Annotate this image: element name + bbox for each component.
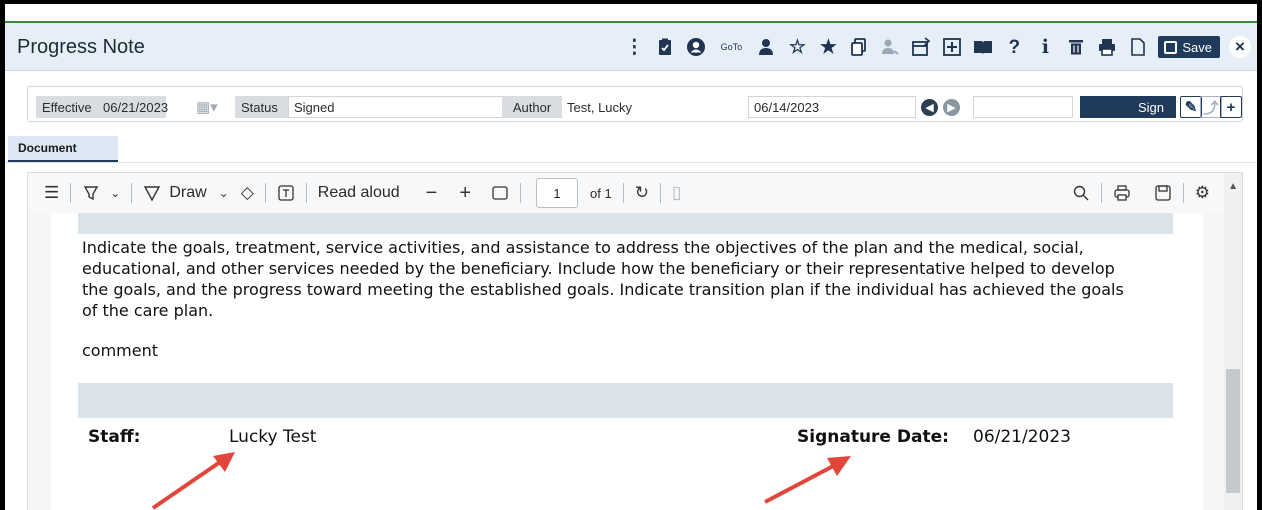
fit-page-icon[interactable] [491, 173, 509, 213]
date-navigation: ◀ ▶ [921, 99, 960, 116]
toolbar-separator [1100, 183, 1102, 203]
document-icon[interactable] [1127, 36, 1149, 58]
clipboard-check-icon[interactable] [654, 36, 676, 58]
edit-icon[interactable]: ✎ [1180, 96, 1202, 118]
eraser-icon[interactable]: ◇ [241, 173, 254, 213]
user-circle-icon[interactable] [685, 36, 707, 58]
page-count: of 1 [590, 185, 612, 201]
page-number-input[interactable]: 1 [536, 178, 579, 208]
save-button-label: Save [1182, 39, 1212, 55]
print-icon[interactable] [1113, 173, 1131, 213]
pdf-toolbar: ☰ ⌄ Draw ⌄ ◇ Read aloud − + 1 of 1 ↻ ▯ ⚙ [28, 173, 1224, 213]
settings-icon[interactable]: ⚙ [1195, 173, 1210, 213]
goals-instructions-text: Indicate the goals, treatment, service a… [82, 238, 1124, 320]
section-band [78, 383, 1173, 418]
author-label: Author [502, 96, 562, 118]
section-band [78, 213, 1173, 234]
calendar-dropdown-icon[interactable]: ▦▾ [196, 98, 226, 116]
note-header-fields: Effective 06/21/2023 ▦▾ Status Signed Au… [27, 86, 1243, 122]
print-icon[interactable] [1096, 36, 1118, 58]
draw-label[interactable]: Draw [169, 173, 206, 213]
status-field[interactable]: Signed [288, 96, 514, 118]
toolbar-separator [1182, 183, 1184, 203]
annotation-arrow-icon [764, 456, 851, 504]
text-box-icon[interactable] [277, 173, 295, 213]
tab-document[interactable]: Document [8, 136, 118, 162]
zoom-out-icon[interactable]: − [426, 173, 438, 213]
highlight-dropdown-icon[interactable]: ⌄ [110, 173, 120, 213]
toolbar-separator [622, 183, 624, 203]
kebab-menu-icon[interactable]: ⋮ [623, 36, 645, 58]
annotation-arrow-icon [151, 452, 235, 510]
read-aloud-button[interactable]: Read aloud [318, 173, 400, 213]
highlight-icon[interactable] [82, 173, 100, 213]
previous-arrow-icon[interactable]: ◀ [921, 99, 938, 116]
scrollbar-thumb[interactable] [1226, 369, 1240, 493]
help-icon[interactable]: ? [1003, 36, 1025, 58]
title-bar: Progress Note ⋮ GoTo ☆ ★ ? i Save × [5, 4, 1257, 84]
save-button[interactable]: Save [1158, 36, 1220, 58]
scroll-up-icon[interactable]: ▲ [1228, 181, 1238, 192]
close-icon[interactable]: × [1229, 36, 1251, 58]
info-icon[interactable]: i [1034, 36, 1056, 58]
toolbar-separator [305, 183, 307, 203]
sign-button[interactable]: Sign [1080, 96, 1176, 118]
calendar-edit-icon[interactable] [910, 36, 932, 58]
window-title: Progress Note [17, 36, 145, 58]
note-date-field[interactable]: 06/14/2023 [748, 96, 916, 118]
toolbar-separator [520, 183, 522, 203]
comment-text: comment [82, 341, 159, 360]
share-icon[interactable]: ⤴ [1200, 96, 1222, 118]
save-icon [1164, 40, 1178, 54]
add-box-icon[interactable] [941, 36, 963, 58]
toolbar-separator [70, 183, 72, 203]
staff-label: Staff: [88, 427, 141, 447]
effective-date-field[interactable]: 06/21/2023 [98, 96, 192, 118]
copy-icon[interactable] [848, 36, 870, 58]
page-number-input-wrap: 1 [532, 173, 579, 213]
book-icon[interactable] [972, 36, 994, 58]
toolbar-gap [1142, 183, 1143, 203]
star-filled-icon[interactable]: ★ [817, 36, 839, 58]
person-icon[interactable] [755, 36, 777, 58]
user-share-icon[interactable] [879, 36, 901, 58]
add-icon[interactable]: + [1220, 96, 1242, 118]
signature-date-value: 06/21/2023 [973, 427, 1071, 447]
progress-note-window: Progress Note ⋮ GoTo ☆ ★ ? i Save × Effe… [5, 4, 1257, 510]
draw-icon[interactable] [143, 173, 161, 213]
save-icon[interactable] [1154, 173, 1172, 213]
toolbar-separator [659, 183, 661, 203]
toolbar-separator [264, 183, 266, 203]
tab-divider [5, 162, 1257, 163]
draw-dropdown-icon[interactable]: ⌄ [219, 173, 229, 213]
search-icon[interactable] [1072, 173, 1090, 213]
toolbar-separator [131, 183, 133, 203]
page-view-icon[interactable]: ▯ [672, 173, 681, 213]
effective-label-text: Effective [42, 99, 92, 115]
scrollbar[interactable]: ▲ [1224, 173, 1242, 510]
rotate-icon[interactable]: ↻ [635, 173, 649, 213]
goto-icon[interactable]: GoTo [716, 36, 746, 58]
contents-icon[interactable]: ☰ [44, 173, 59, 213]
trash-icon[interactable] [1065, 36, 1087, 58]
zoom-in-icon[interactable]: + [459, 173, 471, 213]
author-field[interactable]: Test, Lucky [562, 96, 742, 118]
window-toolbar: ⋮ GoTo ☆ ★ ? i Save × [623, 33, 1251, 61]
star-outline-icon[interactable]: ☆ [786, 36, 808, 58]
empty-field[interactable] [973, 96, 1073, 118]
next-arrow-icon[interactable]: ▶ [943, 99, 960, 116]
